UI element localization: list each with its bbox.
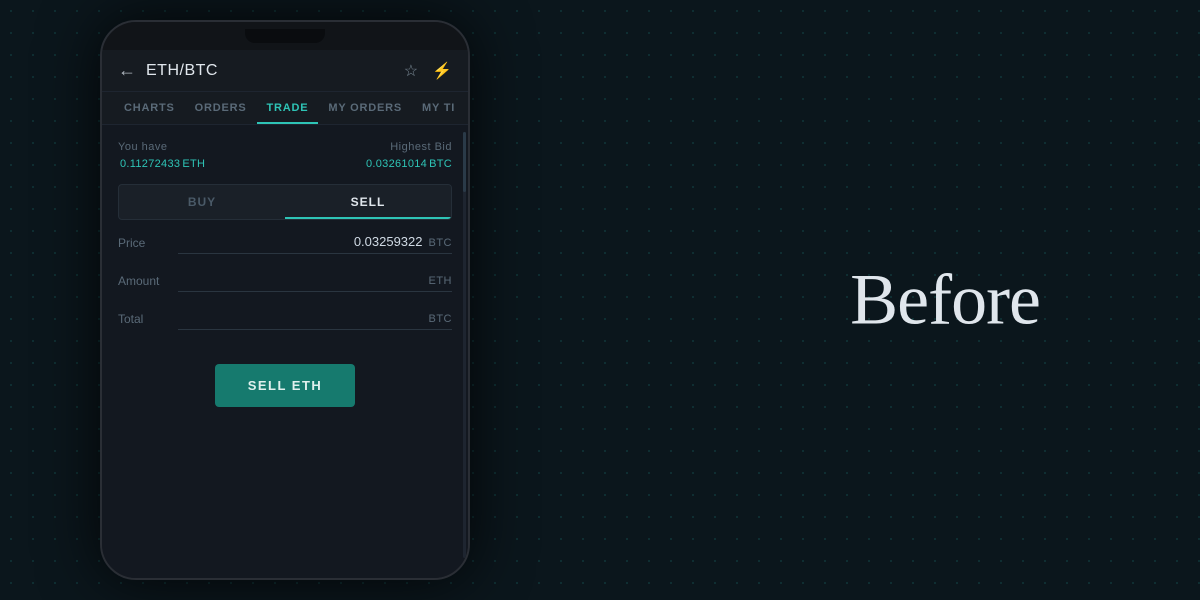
lightning-icon[interactable]: ⚡ — [432, 61, 452, 81]
amount-field-row: Amount ETH — [118, 272, 452, 292]
amount-label: Amount — [118, 274, 170, 292]
back-icon[interactable]: ← — [118, 60, 136, 81]
sell-eth-button[interactable]: SELL ETH — [215, 364, 355, 407]
total-unit: BTC — [429, 313, 453, 325]
tab-charts[interactable]: CHARTS — [114, 92, 185, 124]
tab-orders[interactable]: ORDERS — [185, 92, 257, 124]
highest-bid-label: Highest Bid — [364, 141, 452, 153]
price-unit: BTC — [429, 237, 453, 249]
balance-row: You have 0.11272433ETH Highest Bid 0.032… — [118, 141, 452, 170]
amount-input-wrap: ETH — [178, 272, 452, 292]
tab-my-ti[interactable]: MY TI — [412, 92, 465, 124]
total-field-row: Total BTC — [118, 310, 452, 330]
header-left: ← ETH/BTC — [118, 60, 218, 81]
total-label: Total — [118, 312, 170, 330]
highest-bid-value: 0.03261014BTC — [364, 155, 452, 170]
before-text: Before — [850, 259, 1040, 342]
nav-tabs: CHARTS ORDERS TRADE MY ORDERS MY TI — [102, 92, 468, 125]
form-fields: Price BTC Amount ETH Total BTC — [118, 234, 452, 562]
price-field-row: Price BTC — [118, 234, 452, 254]
tab-trade[interactable]: TRADE — [257, 92, 319, 124]
app-content: You have 0.11272433ETH Highest Bid 0.032… — [102, 125, 468, 578]
tab-my-orders[interactable]: MY ORDERS — [318, 92, 412, 124]
amount-unit: ETH — [429, 275, 453, 287]
buy-toggle[interactable]: BUY — [119, 185, 285, 219]
amount-input[interactable] — [178, 272, 423, 287]
scroll-indicator — [463, 132, 466, 558]
scroll-thumb — [463, 132, 466, 192]
trade-toggle: BUY SELL — [118, 184, 452, 220]
you-have-value: 0.11272433ETH — [118, 155, 205, 170]
price-label: Price — [118, 236, 170, 254]
price-input-wrap: BTC — [178, 234, 452, 254]
you-have-balance: You have 0.11272433ETH — [118, 141, 205, 170]
total-input[interactable] — [178, 310, 423, 325]
you-have-label: You have — [118, 141, 205, 153]
star-icon[interactable]: ☆ — [404, 61, 418, 81]
phone-top-bar — [102, 22, 468, 50]
app-header: ← ETH/BTC ☆ ⚡ — [102, 50, 468, 92]
price-input[interactable] — [178, 234, 423, 249]
sell-toggle[interactable]: SELL — [285, 185, 451, 219]
total-input-wrap: BTC — [178, 310, 452, 330]
pair-title: ETH/BTC — [146, 62, 218, 80]
phone-mockup: ← ETH/BTC ☆ ⚡ CHARTS ORDERS TRADE MY ORD… — [100, 20, 470, 580]
phone-notch — [245, 29, 325, 43]
highest-bid-balance: Highest Bid 0.03261014BTC — [364, 141, 452, 170]
header-right: ☆ ⚡ — [404, 61, 452, 81]
